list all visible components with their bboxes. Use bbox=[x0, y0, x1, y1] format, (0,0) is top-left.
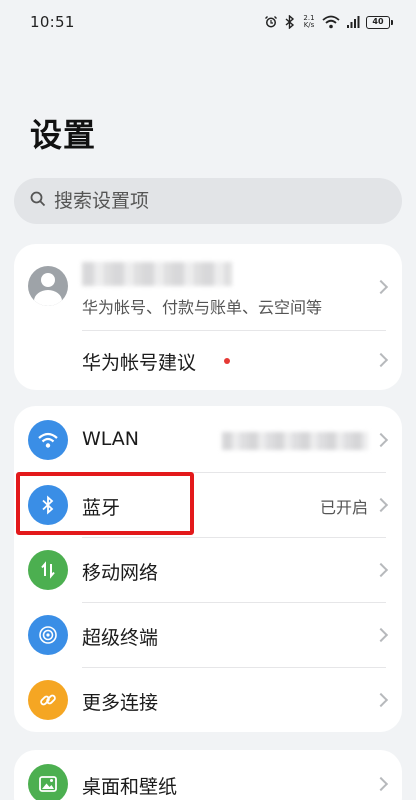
setting-label-wallpaper: 桌面和壁纸 bbox=[82, 776, 178, 798]
setting-row-wlan[interactable]: WLAN bbox=[14, 408, 402, 472]
alarm-icon bbox=[264, 15, 278, 29]
net-speed-unit: K/s bbox=[303, 21, 315, 29]
wifi-icon bbox=[322, 15, 340, 29]
setting-row-more-connections[interactable]: 更多连接 bbox=[14, 668, 402, 732]
link-icon bbox=[28, 680, 68, 720]
status-bar: 10:51 2.1 K/s 40 bbox=[0, 0, 416, 44]
chevron-right-icon bbox=[373, 432, 389, 448]
setting-label-mobile-network: 移动网络 bbox=[82, 562, 159, 584]
bluetooth-icon bbox=[284, 15, 296, 29]
signal-icon bbox=[346, 15, 360, 29]
highlight-box bbox=[16, 472, 194, 535]
chevron-right-icon bbox=[373, 776, 389, 792]
setting-label-wlan: WLAN bbox=[82, 428, 140, 450]
chevron-right-icon bbox=[373, 562, 389, 578]
net-speed: 2.1 K/s bbox=[302, 15, 316, 29]
chevron-right-icon bbox=[373, 352, 389, 368]
account-suggestion-label: 华为帐号建议 bbox=[82, 352, 197, 374]
setting-row-wallpaper[interactable]: 桌面和壁纸 bbox=[14, 754, 402, 800]
chevron-right-icon bbox=[373, 627, 389, 643]
connectivity-card: WLAN 蓝牙 已开启 移动网络 超级终端 更多连接 bbox=[14, 406, 402, 732]
search-bar[interactable] bbox=[14, 178, 402, 224]
chevron-right-icon bbox=[373, 279, 389, 295]
super-device-icon bbox=[28, 615, 68, 655]
avatar bbox=[28, 266, 68, 306]
page-title: 设置 bbox=[30, 116, 97, 154]
wallpaper-icon bbox=[28, 764, 68, 800]
account-card: 华为帐号、付款与账单、云空间等 华为帐号建议 bbox=[14, 244, 402, 390]
search-input[interactable] bbox=[54, 190, 354, 212]
setting-label-super-device: 超级终端 bbox=[82, 627, 159, 649]
account-suggestion-row[interactable]: 华为帐号建议 bbox=[14, 330, 402, 390]
display-card: 桌面和壁纸 bbox=[14, 750, 402, 800]
wifi-icon bbox=[28, 420, 68, 460]
account-name-blurred bbox=[82, 262, 232, 286]
account-row[interactable]: 华为帐号、付款与账单、云空间等 bbox=[14, 244, 402, 330]
account-subtitle: 华为帐号、付款与账单、云空间等 bbox=[82, 298, 323, 317]
setting-row-mobile-network[interactable]: 移动网络 bbox=[14, 538, 402, 602]
status-icons: 2.1 K/s 40 bbox=[264, 12, 393, 32]
notification-dot bbox=[224, 358, 230, 364]
setting-row-super-device[interactable]: 超级终端 bbox=[14, 603, 402, 667]
setting-label-more-connections: 更多连接 bbox=[82, 692, 159, 714]
search-icon bbox=[30, 191, 46, 211]
battery-icon: 40 bbox=[366, 15, 393, 29]
bluetooth-status: 已开启 bbox=[319, 498, 368, 517]
chevron-right-icon bbox=[373, 692, 389, 708]
wlan-ssid-blurred bbox=[222, 432, 368, 450]
status-time: 10:51 bbox=[30, 13, 75, 31]
mobile-data-icon bbox=[28, 550, 68, 590]
chevron-right-icon bbox=[373, 497, 389, 513]
